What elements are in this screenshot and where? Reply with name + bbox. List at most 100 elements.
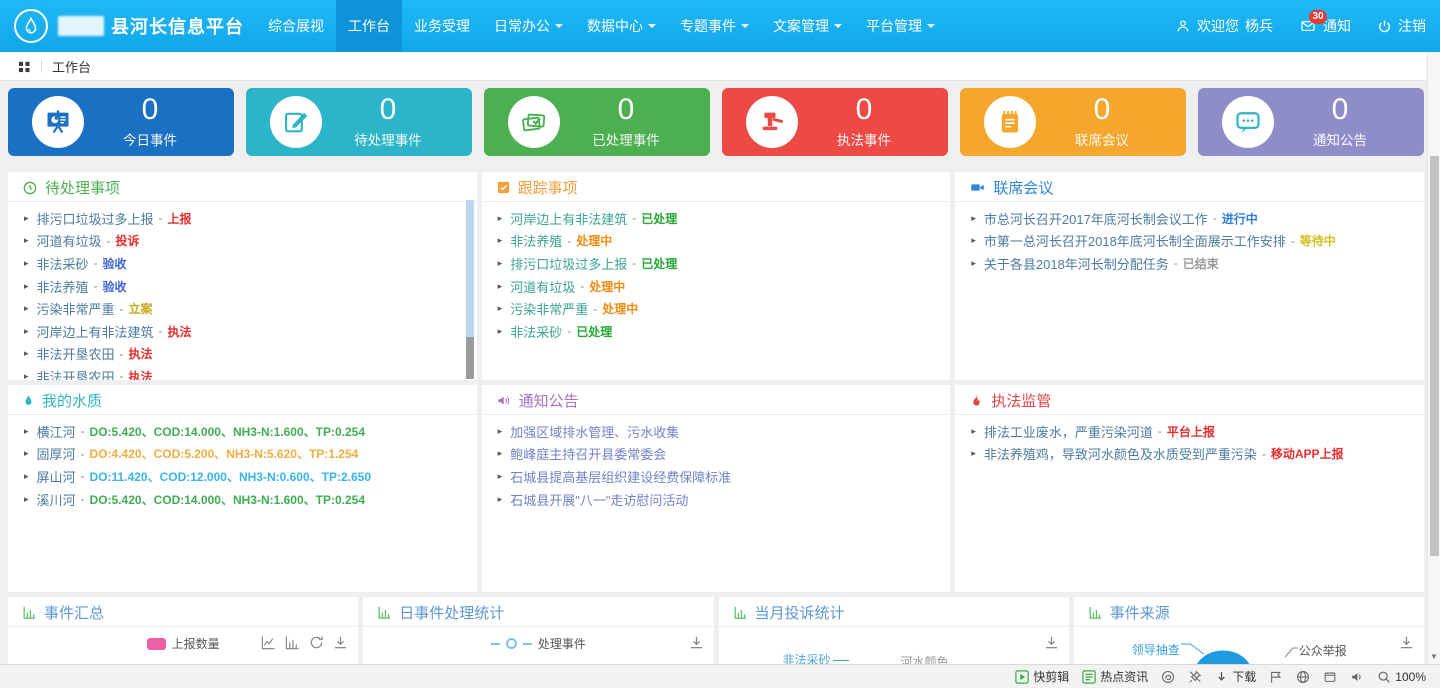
- tb-download-icon[interactable]: [1399, 635, 1414, 650]
- statusbar-download-button[interactable]: 下载: [1215, 668, 1256, 685]
- sb-circle-icon: [1161, 670, 1175, 684]
- tb-refresh-icon[interactable]: [309, 635, 324, 650]
- list-item[interactable]: ▸非法养殖-处理中: [482, 230, 951, 253]
- page-scrollbar[interactable]: ▼: [1427, 52, 1440, 664]
- item-status: 执法: [168, 323, 192, 340]
- stat-card-today-events[interactable]: 0今日事件: [8, 88, 234, 156]
- chart-legend[interactable]: 处理事件: [363, 627, 713, 652]
- tb-download-icon[interactable]: [689, 635, 704, 650]
- list-item[interactable]: ▸石城县提高基层组织建设经费保障标准: [482, 465, 951, 488]
- panel-item-list: ▸市总河长召开2017年底河长制会议工作-进行中▸市第一总河长召开2018年底河…: [955, 207, 1424, 275]
- stat-card-enforcement-events[interactable]: 0执法事件: [722, 88, 948, 156]
- tb-download-icon[interactable]: [1044, 635, 1059, 650]
- logout-button[interactable]: 注销: [1377, 16, 1426, 36]
- chart-header: 事件来源: [1074, 597, 1424, 627]
- nav-item-special-events[interactable]: 专题事件: [668, 0, 761, 52]
- panel-item-list: ▸河岸边上有非法建筑-已处理▸非法养殖-处理中▸排污口垃圾过多上报-已处理▸河道…: [482, 207, 951, 343]
- nav-item-daily-office[interactable]: 日常办公: [482, 0, 575, 52]
- caret-right-icon: ▸: [24, 448, 29, 459]
- welcome-user[interactable]: 欢迎您 杨兵: [1175, 16, 1273, 36]
- stat-card-notices[interactable]: 0通知公告: [1198, 88, 1424, 156]
- list-item[interactable]: ▸河道有垃圾-投诉: [8, 230, 477, 253]
- item-title: 污染非常严重: [510, 299, 588, 318]
- list-item[interactable]: ▸固厚河-DO:4.420、COD:5.200、NH3-N:5.620、TP:1…: [8, 443, 477, 466]
- statusbar-reader-mode-button[interactable]: [1161, 670, 1175, 684]
- stat-value: 0: [1274, 95, 1406, 125]
- list-item[interactable]: ▸关于各县2018年河长制分配任务-已结束: [955, 252, 1424, 275]
- list-item[interactable]: ▸河道有垃圾-处理中: [482, 275, 951, 298]
- statusbar-hot-news-button[interactable]: 热点资讯: [1082, 668, 1148, 685]
- nav-item-documents[interactable]: 文案管理: [761, 0, 854, 52]
- list-item[interactable]: ▸非法开垦农田-执法: [8, 365, 477, 380]
- list-item[interactable]: ▸河岸边上有非法建筑-已处理: [482, 207, 951, 230]
- list-item[interactable]: ▸市第一总河长召开2018年底河长制全面展示工作安排-等待中: [955, 230, 1424, 253]
- stat-card-joint-meetings[interactable]: 0联席会议: [960, 88, 1186, 156]
- stat-card-processed-events[interactable]: 0已处理事件: [484, 88, 710, 156]
- sb-play-icon: [1015, 670, 1029, 684]
- panel-scrollbar-track[interactable]: [466, 200, 474, 337]
- grid-menu-icon[interactable]: [18, 60, 31, 73]
- list-item[interactable]: ▸非法采砂-验收: [8, 252, 477, 275]
- tb-line-icon[interactable]: [261, 635, 276, 650]
- status-separator: -: [1174, 256, 1178, 270]
- nav-item-platform[interactable]: 平台管理: [854, 0, 947, 52]
- stat-label: 联席会议: [1036, 129, 1168, 149]
- notifications-button[interactable]: 30 通知: [1299, 16, 1351, 36]
- list-item[interactable]: ▸排法工业废水，严重污染河道-平台上报: [955, 420, 1424, 443]
- statusbar-pin-off-button[interactable]: [1188, 670, 1202, 684]
- list-item[interactable]: ▸非法养殖鸡，导致河水颜色及水质受到严重污染-移动APP上报: [955, 443, 1424, 466]
- scrollbar-thumb[interactable]: [1430, 156, 1439, 556]
- panel-scrollbar-thumb[interactable]: [466, 337, 474, 379]
- item-title: 河岸边上有非法建筑: [510, 209, 627, 228]
- list-item[interactable]: ▸污染非常严重-处理中: [482, 297, 951, 320]
- stat-card-pending-events[interactable]: 0待处理事件: [246, 88, 472, 156]
- statusbar-compat-mode-button[interactable]: [1296, 670, 1310, 684]
- status-separator: -: [159, 211, 163, 225]
- panel-item-list: ▸加强区域排水管理、污水收集▸鲍峰庭主持召开县委常委会▸石城县提高基层组织建设经…: [482, 420, 951, 510]
- nav-item-workbench[interactable]: 工作台: [336, 0, 402, 52]
- status-separator: -: [593, 302, 597, 316]
- nav-item-overview[interactable]: 综合展视: [256, 0, 336, 52]
- list-item[interactable]: ▸横江河-DO:5.420、COD:14.000、NH3-N:1.600、TP:…: [8, 420, 477, 443]
- item-status: 上报: [168, 210, 192, 227]
- main-menu: 综合展视 工作台业务受理日常办公数据中心专题事件文案管理平台管理: [256, 0, 947, 52]
- chart-body: 处理事件: [363, 627, 713, 664]
- list-item[interactable]: ▸非法养殖-验收: [8, 275, 477, 298]
- list-item[interactable]: ▸排污口垃圾过多上报-已处理: [482, 252, 951, 275]
- list-item[interactable]: ▸污染非常严重-立案: [8, 297, 477, 320]
- nav-item-label: 综合展视: [268, 16, 324, 36]
- nav-item-data-center[interactable]: 数据中心: [575, 0, 668, 52]
- statusbar-label: 100%: [1395, 670, 1426, 684]
- list-item[interactable]: ▸非法采砂-已处理: [482, 320, 951, 343]
- scrollbar-down-arrow-icon[interactable]: ▼: [1428, 653, 1440, 661]
- panel-title: 跟踪事项: [518, 177, 578, 198]
- list-item[interactable]: ▸鲍峰庭主持召开县委常委会: [482, 443, 951, 466]
- panel-scrollbar[interactable]: [466, 200, 474, 378]
- statusbar-zoom-button[interactable]: 100%: [1377, 670, 1426, 684]
- statusbar-sound-button[interactable]: [1350, 670, 1364, 684]
- statusbar-window-button[interactable]: [1323, 670, 1337, 684]
- list-item[interactable]: ▸加强区域排水管理、污水收集: [482, 420, 951, 443]
- item-title: 河道有垃圾: [37, 231, 102, 250]
- tb-bar-icon[interactable]: [285, 635, 300, 650]
- panel-water-quality: 我的水质▸横江河-DO:5.420、COD:14.000、NH3-N:1.600…: [8, 385, 477, 592]
- list-item[interactable]: ▸非法开垦农田-执法: [8, 343, 477, 366]
- list-item[interactable]: ▸屏山河-DO:11.420、COD:12.000、NH3-N:0.600、TP…: [8, 465, 477, 488]
- statusbar-quick-clip-button[interactable]: 快剪辑: [1015, 668, 1069, 685]
- tb-download-icon[interactable]: [333, 635, 348, 650]
- list-item[interactable]: ▸河岸边上有非法建筑-执法: [8, 320, 477, 343]
- nav-item-label: 工作台: [348, 16, 390, 36]
- item-title: 非法养殖: [510, 231, 562, 250]
- chevron-down-icon: [834, 24, 842, 32]
- list-item[interactable]: ▸排污口垃圾过多上报-上报: [8, 207, 477, 230]
- list-item[interactable]: ▸市总河长召开2017年底河长制会议工作-进行中: [955, 207, 1424, 230]
- pie-slice[interactable]: [1194, 649, 1252, 664]
- statusbar-label: 热点资讯: [1100, 668, 1148, 685]
- list-item[interactable]: ▸溪川河-DO:5.420、COD:14.000、NH3-N:1.600、TP:…: [8, 488, 477, 511]
- panel-header: 联席会议: [955, 172, 1424, 202]
- nav-item-business[interactable]: 业务受理: [402, 0, 482, 52]
- item-title: 鲍峰庭主持召开县委常委会: [510, 444, 666, 463]
- river-chief-dashboard: { "navbar": { "brand": "县河长信息平台", "menu"…: [0, 0, 1440, 688]
- statusbar-flag-button[interactable]: [1269, 670, 1283, 684]
- list-item[interactable]: ▸石城县开展"八一"走访慰问活动: [482, 488, 951, 511]
